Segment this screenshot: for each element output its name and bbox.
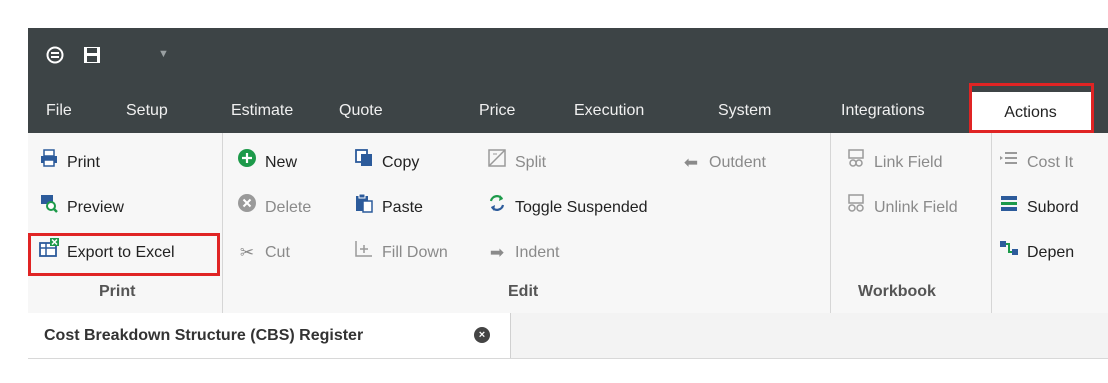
preview-button[interactable]: Preview — [38, 193, 124, 223]
new-label: New — [265, 154, 298, 171]
print-group-title: Print — [99, 283, 136, 300]
tab-label: Cost Breakdown Structure (CBS) Register — [44, 327, 364, 344]
split-icon — [486, 148, 508, 178]
app-window: ▼ File Setup Estimate Quote Price Execut… — [28, 28, 1108, 383]
printer-icon — [38, 148, 60, 178]
unlink-field-icon — [845, 193, 867, 223]
app-logo-icon[interactable] — [46, 46, 64, 67]
menu-execution[interactable]: Execution — [574, 88, 644, 133]
preview-icon — [38, 193, 60, 223]
menu-system[interactable]: System — [718, 88, 771, 133]
group-divider — [830, 133, 831, 313]
menu-estimate[interactable]: Estimate — [231, 88, 293, 133]
group-divider — [222, 133, 223, 313]
arrow-left-icon: ⬅ — [683, 153, 699, 172]
close-icon[interactable]: × — [474, 327, 490, 343]
fill-down-label: Fill Down — [382, 244, 448, 261]
document-tab-strip: Cost Breakdown Structure (CBS) Register … — [28, 313, 1108, 359]
tab-cbs-register[interactable]: Cost Breakdown Structure (CBS) Register … — [28, 313, 511, 358]
cost-item-label: Cost It — [1027, 154, 1074, 171]
workbook-group-title: Workbook — [858, 283, 936, 300]
split-button[interactable]: Split — [486, 148, 546, 178]
title-bar: ▼ — [28, 28, 1108, 88]
delete-button[interactable]: Delete — [236, 193, 311, 223]
menu-setup[interactable]: Setup — [126, 88, 168, 133]
delete-circle-icon — [236, 193, 258, 223]
outdent-label: Outdent — [709, 154, 766, 171]
arrow-right-icon: ➡ — [489, 243, 505, 262]
cut-button[interactable]: ✂ Cut — [236, 238, 290, 268]
cost-item-button[interactable]: Cost It — [998, 148, 1073, 178]
export-to-excel-button[interactable]: Export to Excel — [38, 238, 175, 268]
menu-integrations[interactable]: Integrations — [841, 88, 925, 133]
subordinate-button[interactable]: Subord — [998, 193, 1079, 223]
group-divider — [991, 133, 992, 313]
export-label: Export to Excel — [67, 244, 175, 261]
outdent-button[interactable]: ⬅ Outdent — [680, 148, 766, 178]
scissors-icon: ✂ — [239, 243, 255, 262]
toggle-arrows-icon — [486, 193, 508, 223]
preview-label: Preview — [67, 199, 124, 216]
unlink-field-button[interactable]: Unlink Field — [845, 193, 958, 223]
paste-button[interactable]: Paste — [353, 193, 423, 223]
dependency-label: Depen — [1027, 244, 1075, 261]
excel-export-icon — [38, 238, 60, 268]
menu-price[interactable]: Price — [479, 88, 515, 133]
menu-bar: File Setup Estimate Quote Price Executio… — [28, 88, 1108, 133]
delete-label: Delete — [265, 199, 312, 216]
split-label: Split — [515, 154, 547, 171]
subordinate-icon — [998, 193, 1020, 223]
copy-button[interactable]: Copy — [353, 148, 419, 178]
link-field-icon — [845, 148, 867, 178]
indent-label: Indent — [515, 244, 560, 261]
link-field-label: Link Field — [874, 154, 943, 171]
unlink-field-label: Unlink Field — [874, 199, 958, 216]
fill-down-button[interactable]: Fill Down — [353, 238, 448, 268]
edit-group-title: Edit — [508, 283, 539, 300]
chevron-down-icon[interactable]: ▼ — [158, 48, 169, 60]
menu-actions[interactable]: Actions — [970, 92, 1091, 133]
plus-circle-icon — [236, 148, 258, 178]
dependency-icon — [998, 238, 1020, 268]
paste-label: Paste — [382, 199, 423, 216]
menu-quote[interactable]: Quote — [339, 88, 383, 133]
indent-button[interactable]: ➡ Indent — [486, 238, 560, 268]
copy-label: Copy — [382, 154, 420, 171]
cut-label: Cut — [265, 244, 290, 261]
ribbon: Print Preview Export to Excel Print New … — [28, 133, 1108, 314]
link-field-button[interactable]: Link Field — [845, 148, 942, 178]
toggle-suspended-label: Toggle Suspended — [515, 199, 648, 216]
toggle-suspended-button[interactable]: Toggle Suspended — [486, 193, 648, 223]
save-icon[interactable] — [83, 46, 101, 67]
fill-down-icon — [353, 238, 375, 268]
copy-icon — [353, 148, 375, 178]
print-button[interactable]: Print — [38, 148, 100, 178]
paste-icon — [353, 193, 375, 223]
subordinate-label: Subord — [1027, 199, 1079, 216]
menu-file[interactable]: File — [46, 88, 72, 133]
print-label: Print — [67, 154, 100, 171]
new-button[interactable]: New — [236, 148, 297, 178]
cost-item-icon — [998, 148, 1020, 178]
dependency-button[interactable]: Depen — [998, 238, 1074, 268]
